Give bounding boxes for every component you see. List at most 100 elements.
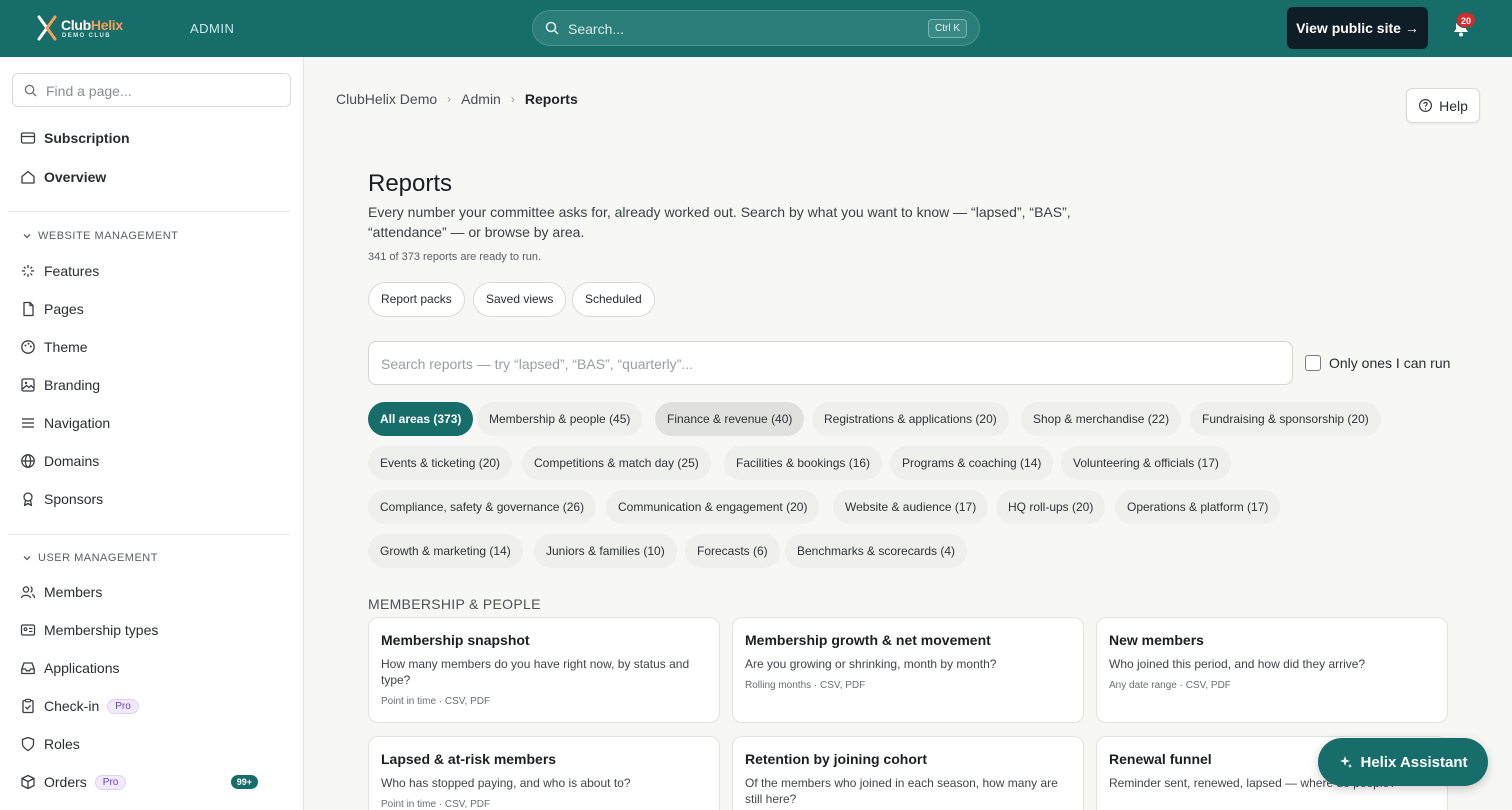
- report-card[interactable]: Membership growth & net movement Are you…: [732, 617, 1084, 723]
- sidebar-item-roles[interactable]: Roles: [20, 733, 290, 755]
- sidebar-item-label: Branding: [44, 377, 101, 393]
- view-public-site-button[interactable]: View public site →: [1287, 7, 1428, 49]
- sparkle-icon: [22, 265, 34, 277]
- chip-competitions[interactable]: Competitions & match day (25): [522, 446, 711, 480]
- sidebar-item-theme[interactable]: Theme: [20, 336, 290, 358]
- chevron-down-icon: [23, 556, 31, 561]
- report-card[interactable]: Lapsed & at-risk members Who has stopped…: [368, 736, 720, 810]
- sidebar-item-membership-types[interactable]: Membership types: [20, 619, 290, 641]
- scheduled-button[interactable]: Scheduled: [572, 282, 655, 317]
- chip-operations[interactable]: Operations & platform (17): [1115, 490, 1281, 524]
- chip-compliance[interactable]: Compliance, safety & governance (26): [368, 490, 597, 524]
- menu-icon: [22, 418, 34, 428]
- pro-badge: Pro: [94, 774, 127, 790]
- chip-registrations[interactable]: Registrations & applications (20): [812, 402, 1009, 436]
- help-button[interactable]: Help: [1406, 88, 1480, 123]
- shield-icon: [21, 736, 35, 752]
- sidebar-item-subscription[interactable]: Subscription: [20, 127, 290, 149]
- report-card-title: Retention by joining cohort: [745, 751, 927, 767]
- helix-assistant-button[interactable]: Helix Assistant: [1318, 738, 1488, 786]
- report-card[interactable]: Retention by joining cohort Of the membe…: [732, 736, 1084, 810]
- report-card[interactable]: Membership snapshot How many members do …: [368, 617, 720, 723]
- report-card[interactable]: New members Who joined this period, and …: [1096, 617, 1448, 723]
- home-icon: [21, 170, 35, 184]
- section-header-label: USER MANAGEMENT: [38, 552, 158, 564]
- credit-card-icon: [20, 132, 36, 144]
- help-circle-icon: [1419, 98, 1433, 113]
- chip-facilities[interactable]: Facilities & bookings (16): [724, 446, 883, 480]
- chip-juniors-families[interactable]: Juniors & families (10): [534, 534, 677, 568]
- orders-count-badge: 99+: [230, 775, 258, 789]
- chip-communication[interactable]: Communication & engagement (20): [606, 490, 820, 524]
- chip-fundraising[interactable]: Fundraising & sponsorship (20): [1190, 402, 1381, 436]
- sidebar-item-sponsors[interactable]: Sponsors: [20, 488, 290, 510]
- chip-events-ticketing[interactable]: Events & ticketing (20): [368, 446, 513, 480]
- chip-membership-people[interactable]: Membership & people (45): [477, 402, 643, 436]
- chip-benchmarks[interactable]: Benchmarks & scorecards (4): [785, 534, 968, 568]
- only-run-toggle[interactable]: Only ones I can run: [1305, 355, 1450, 371]
- sidebar-item-branding[interactable]: Branding: [20, 374, 290, 396]
- admin-label: ADMIN: [190, 21, 235, 36]
- award-icon: [23, 492, 33, 507]
- search-icon: [545, 21, 559, 35]
- chip-finance-revenue[interactable]: Finance & revenue (40): [655, 402, 805, 436]
- sidebar-search-placeholder: Find a page...: [46, 83, 132, 99]
- chip-growth-marketing[interactable]: Growth & marketing (14): [368, 534, 523, 568]
- sidebar-item-domains[interactable]: Domains: [20, 450, 290, 472]
- chip-volunteering[interactable]: Volunteering & officials (17): [1061, 446, 1231, 480]
- report-card-meta: Point in time · CSV, PDF: [381, 799, 491, 810]
- report-card-title: Lapsed & at-risk members: [381, 751, 557, 767]
- club-logo[interactable]: ClubHelix DEMO CLUB: [36, 14, 126, 44]
- section-header-website-management[interactable]: WEBSITE MANAGEMENT: [22, 230, 178, 242]
- logo-wordmark: ClubHelix: [61, 17, 123, 33]
- sidebar-item-label: Sponsors: [44, 491, 104, 507]
- report-search-input[interactable]: Search reports — try “lapsed”, “BAS”, “q…: [368, 341, 1293, 385]
- sidebar-item-navigation[interactable]: Navigation: [20, 412, 290, 434]
- sidebar-search-input[interactable]: Find a page...: [12, 73, 291, 107]
- palette-icon: [21, 340, 35, 354]
- sidebar-item-check-in[interactable]: Check-in Pro: [20, 695, 290, 717]
- sidebar-item-pages[interactable]: Pages: [20, 298, 290, 320]
- sidebar-item-label: Navigation: [44, 415, 111, 431]
- sidebar-item-features[interactable]: Features: [20, 260, 290, 282]
- help-button-label: Help: [1439, 97, 1468, 114]
- helix-logo-icon: [37, 15, 57, 41]
- globe-icon: [21, 454, 35, 468]
- report-packs-button[interactable]: Report packs: [368, 282, 465, 317]
- report-card-description: Who has stopped paying, and who is about…: [381, 776, 631, 790]
- sidebar-item-orders[interactable]: Orders Pro 99+: [20, 771, 290, 793]
- inbox-icon: [21, 662, 35, 675]
- breadcrumb: ClubHelix Demo › Admin › Reports: [336, 91, 578, 107]
- report-card-description: Are you growing or shrinking, month by m…: [745, 657, 997, 671]
- only-run-checkbox[interactable]: [1305, 355, 1321, 371]
- section-header-user-management[interactable]: USER MANAGEMENT: [22, 552, 158, 564]
- breadcrumb-admin[interactable]: Admin: [461, 91, 501, 107]
- chip-all-areas[interactable]: All areas (373): [368, 402, 474, 436]
- chip-website-audience[interactable]: Website & audience (17): [833, 490, 989, 524]
- report-card-description: How many members do you have right now, …: [381, 657, 690, 687]
- sidebar-item-label: Domains: [44, 453, 100, 469]
- chip-shop-merchandise[interactable]: Shop & merchandise (22): [1021, 402, 1182, 436]
- sidebar-item-label: Membership types: [44, 622, 159, 638]
- id-card-icon: [20, 624, 36, 636]
- global-search[interactable]: Search... Ctrl K: [532, 10, 980, 46]
- chip-hq-rollups[interactable]: HQ roll-ups (20): [996, 490, 1106, 524]
- report-card-title: Membership snapshot: [381, 632, 530, 648]
- pro-badge: Pro: [107, 698, 139, 714]
- section-header-label: WEBSITE MANAGEMENT: [38, 230, 179, 242]
- breadcrumb-club[interactable]: ClubHelix Demo: [336, 91, 437, 107]
- search-icon: [24, 84, 37, 97]
- report-card-title: Renewal funnel: [1109, 751, 1212, 767]
- sidebar-item-members[interactable]: Members: [20, 581, 290, 603]
- sidebar-item-label: Subscription: [44, 130, 130, 146]
- chip-programs-coaching[interactable]: Programs & coaching (14): [890, 446, 1054, 480]
- sidebar-item-overview[interactable]: Overview: [20, 166, 290, 188]
- chip-forecasts[interactable]: Forecasts (6): [685, 534, 780, 568]
- package-icon: [21, 774, 35, 790]
- users-icon: [20, 586, 36, 599]
- sidebar-item-label: Applications: [44, 660, 120, 676]
- sidebar-item-label: Roles: [44, 736, 80, 752]
- saved-views-button[interactable]: Saved views: [473, 282, 567, 317]
- sidebar-item-applications[interactable]: Applications: [20, 657, 290, 679]
- sidebar-item-label: Theme: [44, 339, 88, 355]
